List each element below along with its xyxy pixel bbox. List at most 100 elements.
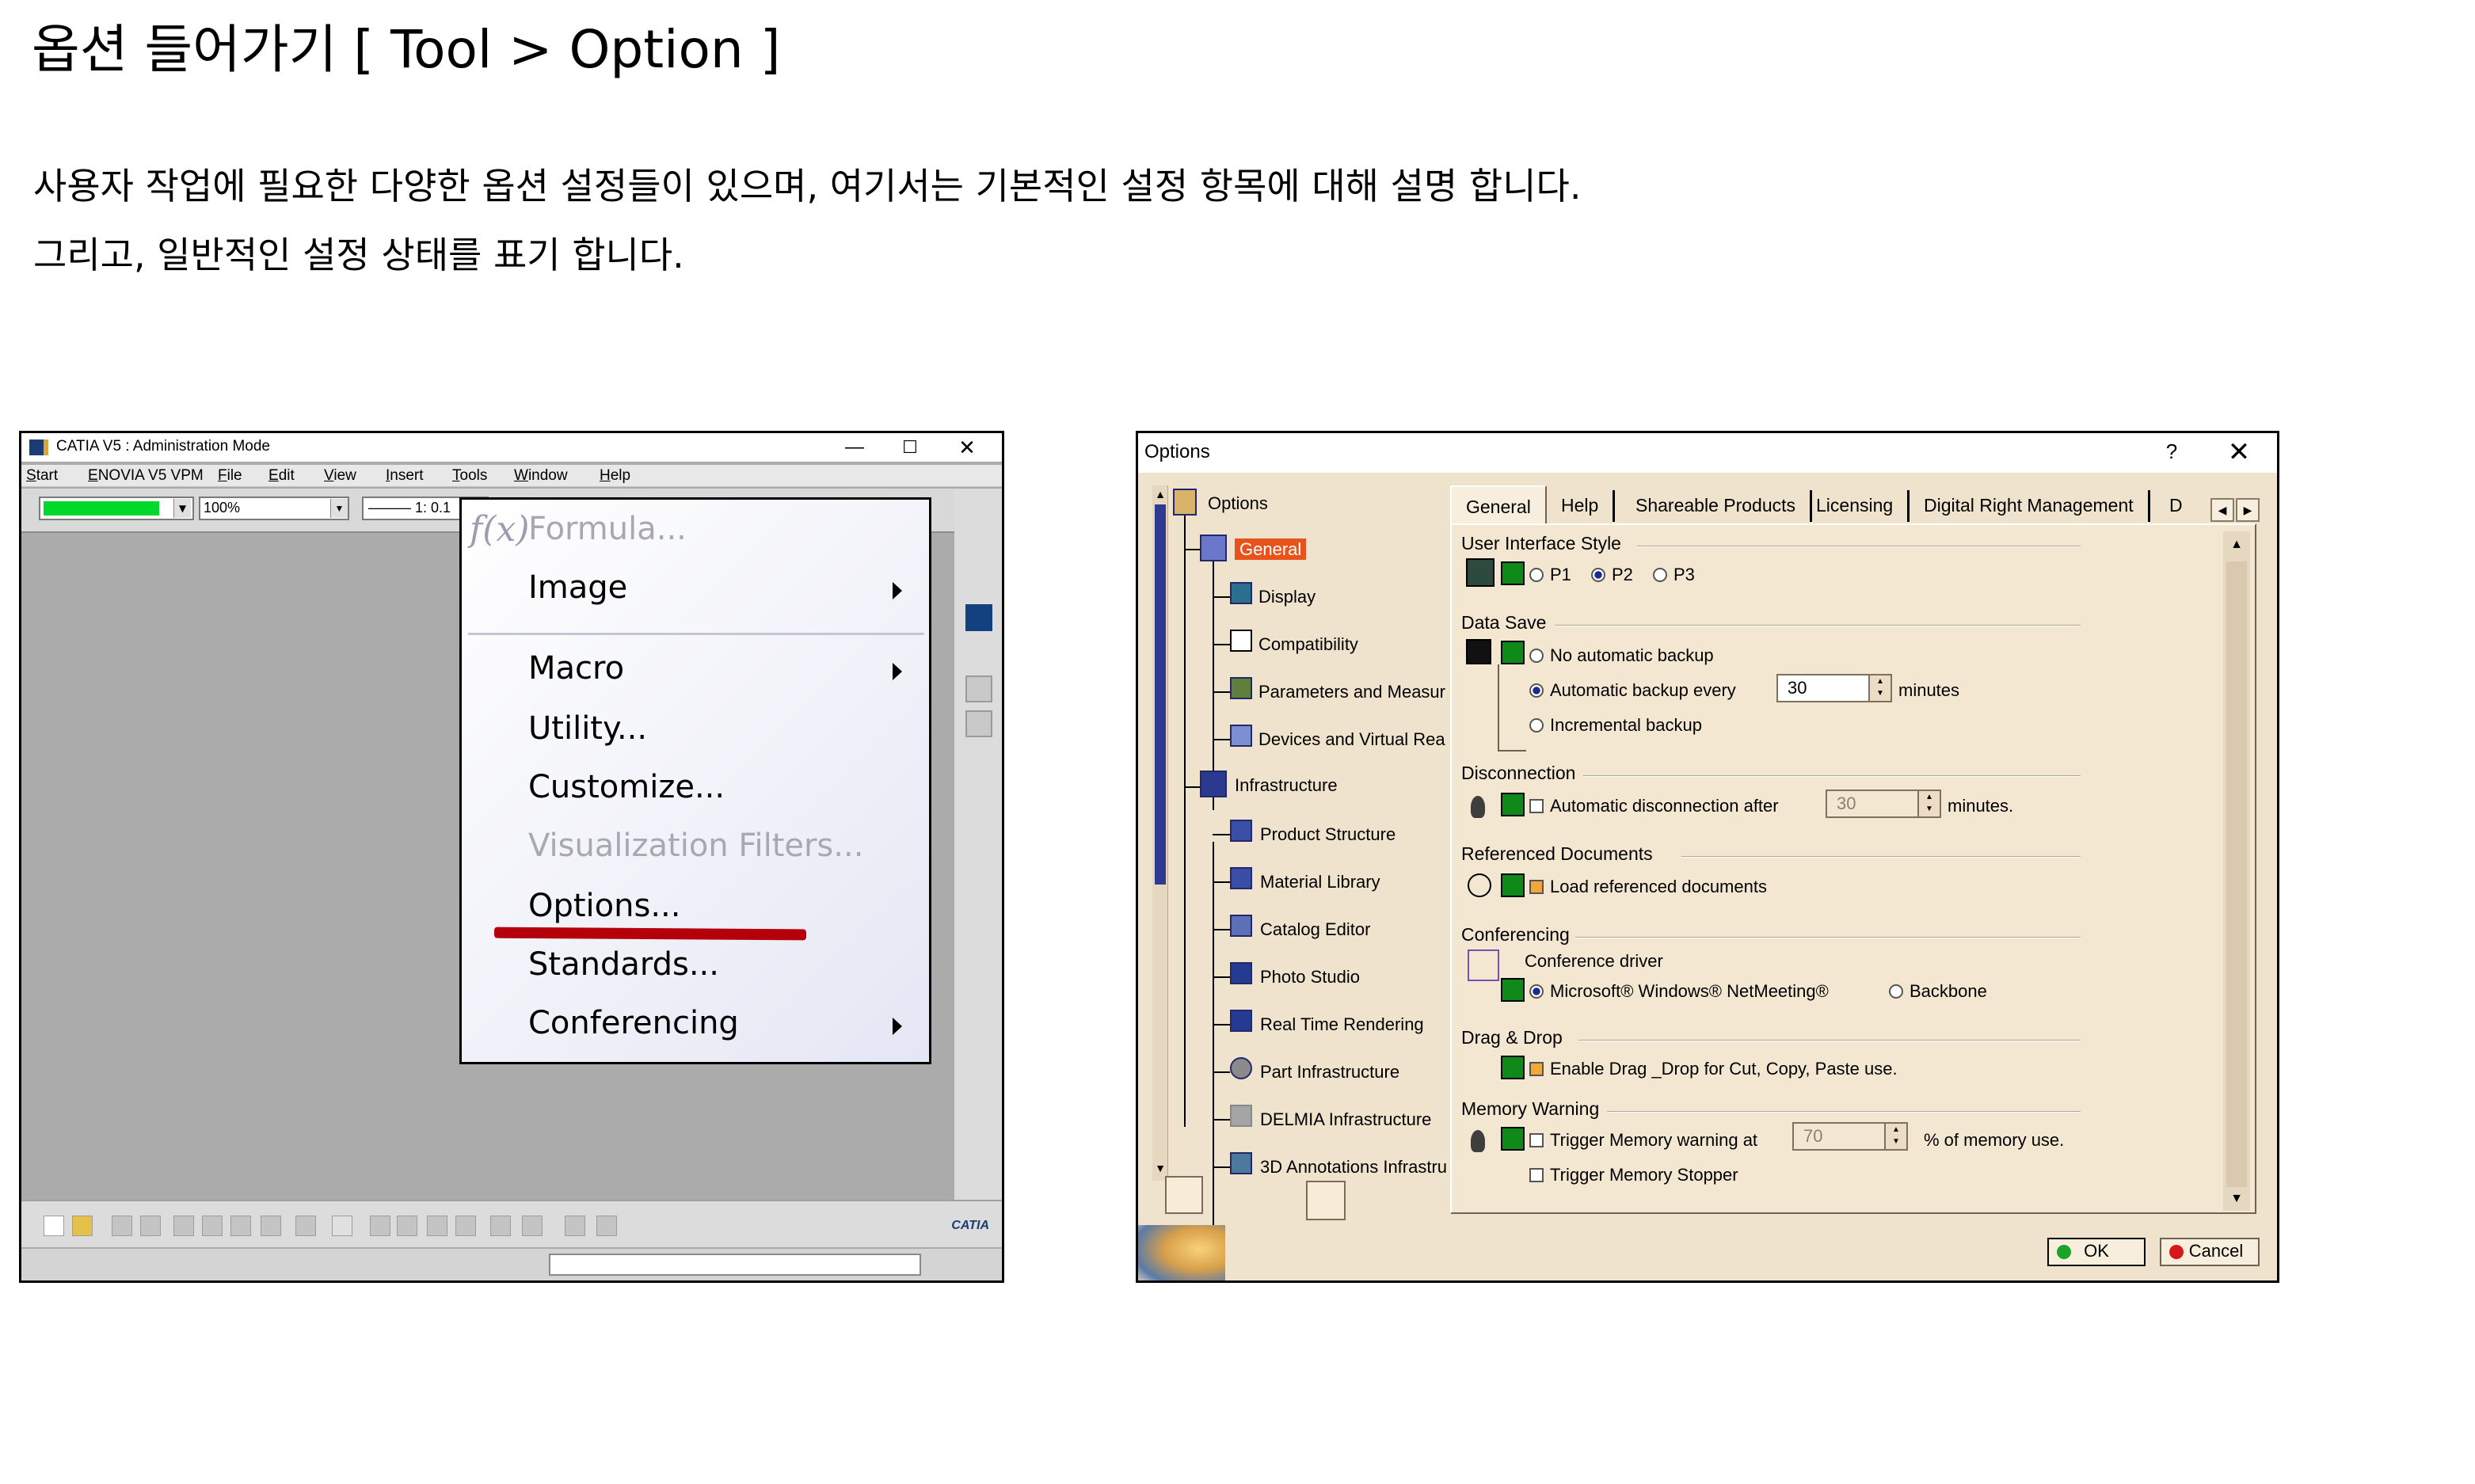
what-is-this-icon[interactable]	[332, 1216, 352, 1236]
paste-icon[interactable]	[230, 1216, 251, 1236]
tree-item-general[interactable]: General	[1235, 538, 1307, 560]
tab-general[interactable]: General	[1450, 485, 1547, 523]
radio-p1[interactable]	[1529, 568, 1544, 582]
spin-stepper-icon[interactable]: ▲ ▼	[1917, 790, 1941, 818]
grid-icon[interactable]	[455, 1216, 476, 1236]
menu-file[interactable]: File	[218, 467, 242, 485]
lock-icon[interactable]	[1501, 1056, 1525, 1079]
radio-no-backup[interactable]	[1529, 649, 1544, 663]
lock-icon[interactable]	[1501, 641, 1525, 664]
ok-button[interactable]: OK	[2047, 1238, 2146, 1266]
reset-options-button[interactable]	[1306, 1181, 1346, 1220]
radio-p3[interactable]	[1653, 568, 1667, 582]
help-button[interactable]: ?	[2160, 439, 2184, 464]
scroll-thumb[interactable]	[2226, 561, 2247, 1187]
lock-icon[interactable]	[1501, 1127, 1525, 1151]
comment-icon[interactable]	[397, 1216, 417, 1236]
tree-item-catalog-editor[interactable]: Catalog Editor	[1260, 919, 1370, 940]
menu-item-standards[interactable]: Standards...	[528, 946, 719, 983]
tree-item-infrastructure[interactable]: Infrastructure	[1235, 775, 1338, 796]
tree-item-photo-studio[interactable]: Photo Studio	[1260, 967, 1360, 987]
scroll-up-icon[interactable]: ▲	[1154, 487, 1167, 501]
memory-threshold-input[interactable]: 70	[1792, 1122, 1887, 1151]
menu-item-customize[interactable]: Customize...	[528, 769, 725, 805]
print-icon[interactable]	[140, 1216, 161, 1236]
lock-icon[interactable]	[1501, 793, 1525, 816]
tree-item-parameters[interactable]: Parameters and Measur	[1258, 682, 1445, 702]
tool-icon[interactable]	[596, 1216, 617, 1236]
close-button[interactable]: ✕	[940, 433, 994, 462]
content-scrollbar[interactable]: ▲ ▼	[2223, 531, 2250, 1211]
tool-icon[interactable]	[565, 1216, 585, 1236]
radio-incremental-backup[interactable]	[1529, 718, 1544, 732]
menu-item-utility[interactable]: Utility...	[528, 710, 647, 747]
tool-icon[interactable]	[490, 1216, 511, 1236]
disconnect-interval-input[interactable]: 30	[1826, 790, 1921, 818]
radio-auto-backup[interactable]	[1529, 683, 1544, 698]
menu-edit[interactable]: Edit	[268, 467, 295, 485]
cancel-button[interactable]: Cancel	[2160, 1238, 2260, 1266]
menu-item-options[interactable]: Options...	[528, 888, 680, 924]
save-icon[interactable]	[112, 1216, 132, 1236]
radio-p2[interactable]	[1591, 568, 1605, 582]
tree-item-devices[interactable]: Devices and Virtual Rea	[1258, 729, 1445, 750]
memory-warning-checkbox[interactable]	[1529, 1133, 1544, 1147]
menu-item-image[interactable]: Image	[528, 569, 627, 606]
tab-truncated[interactable]: D	[2163, 490, 2197, 522]
redo-icon[interactable]	[295, 1216, 316, 1236]
tab-shareable-products[interactable]: Shareable Products	[1621, 490, 1813, 522]
tree-item-part-infrastructure[interactable]: Part Infrastructure	[1260, 1062, 1399, 1083]
tool-icon[interactable]	[522, 1216, 543, 1236]
tree-item-3d-annotations[interactable]: 3D Annotations Infrastru	[1260, 1157, 1447, 1178]
zoom-select[interactable]: 100% ▼	[199, 497, 349, 520]
copy-icon[interactable]	[202, 1216, 223, 1236]
menu-enovia[interactable]: ENOVIA V5 VPM	[88, 467, 204, 485]
spin-stepper-icon[interactable]: ▲ ▼	[1884, 1122, 1908, 1151]
cut-icon[interactable]	[173, 1216, 194, 1236]
menu-item-macro[interactable]: Macro	[528, 650, 624, 687]
tree-item-display[interactable]: Display	[1258, 587, 1316, 607]
backup-interval-input[interactable]: 30	[1776, 674, 1870, 702]
tree-item-real-time-rendering[interactable]: Real Time Rendering	[1260, 1014, 1424, 1035]
chevron-down-icon[interactable]: ▼	[173, 499, 191, 518]
tree-item-compatibility[interactable]: Compatibility	[1258, 634, 1358, 655]
radio-backbone[interactable]	[1889, 984, 1903, 999]
select-icon[interactable]	[965, 604, 992, 631]
minimize-button[interactable]: —	[828, 433, 881, 462]
menu-help[interactable]: Help	[600, 467, 630, 485]
formula-icon[interactable]	[370, 1216, 390, 1236]
menu-start[interactable]: Start	[26, 467, 58, 485]
tree-item-product-structure[interactable]: Product Structure	[1260, 824, 1396, 845]
reset-tree-button[interactable]	[1165, 1176, 1203, 1214]
tool-icon[interactable]	[965, 675, 992, 702]
color-select[interactable]: ▼	[39, 497, 194, 520]
menu-tools[interactable]: Tools	[452, 467, 487, 485]
scroll-thumb[interactable]	[1155, 504, 1166, 885]
load-referenced-checkbox[interactable]	[1529, 880, 1544, 894]
tree-item-material-library[interactable]: Material Library	[1260, 872, 1380, 892]
new-icon[interactable]	[44, 1216, 64, 1236]
tab-licensing[interactable]: Licensing	[1802, 490, 1910, 522]
tool-icon[interactable]	[965, 710, 992, 737]
lock-icon[interactable]	[1501, 561, 1525, 585]
command-input[interactable]	[549, 1254, 921, 1276]
scroll-up-icon[interactable]: ▲	[2226, 535, 2247, 555]
menu-insert[interactable]: Insert	[386, 467, 424, 485]
table-icon[interactable]	[427, 1216, 447, 1236]
maximize-button[interactable]: ☐	[883, 433, 937, 462]
menu-view[interactable]: View	[324, 467, 356, 485]
menu-window[interactable]: Window	[514, 467, 568, 485]
memory-stopper-checkbox[interactable]	[1529, 1168, 1544, 1182]
radio-netmeeting[interactable]	[1529, 984, 1544, 999]
tree-item-options[interactable]: Options	[1208, 493, 1268, 514]
lock-icon[interactable]	[1501, 873, 1525, 897]
scroll-down-icon[interactable]: ▼	[1154, 1160, 1167, 1176]
tab-scroll-right-icon[interactable]: ▶	[2236, 498, 2260, 522]
tree-item-delmia[interactable]: DELMIA Infrastructure	[1260, 1109, 1431, 1130]
menu-item-conferencing[interactable]: Conferencing	[528, 1005, 739, 1041]
open-icon[interactable]	[72, 1216, 93, 1236]
close-button[interactable]: ✕	[2225, 436, 2253, 468]
scroll-down-icon[interactable]: ▼	[2226, 1189, 2247, 1209]
spin-stepper-icon[interactable]: ▲ ▼	[1868, 674, 1892, 702]
undo-icon[interactable]	[261, 1216, 281, 1236]
